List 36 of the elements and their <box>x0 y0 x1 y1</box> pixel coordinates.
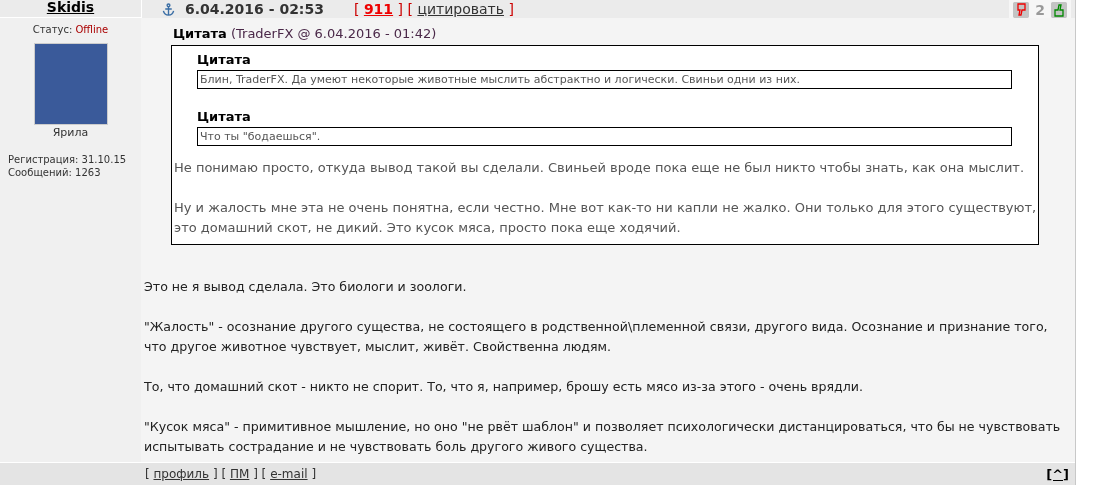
message-count: Сообщений: 1263 <box>8 166 102 179</box>
status-value: Offline <box>75 24 109 35</box>
post-date: 6.04.2016 - 02:53 <box>185 2 324 16</box>
user-rank: Ярила <box>51 126 90 139</box>
author-link[interactable]: Skidis <box>46 0 95 14</box>
quote-paragraph: Не понимаю просто, откуда вывод такой вы сделали. Свиньей вроде пока еще не был никто чтобы знать, как она мыслит. <box>174 159 1026 177</box>
quote-label: Цитата <box>173 26 227 41</box>
bracket-text: ] <box>507 2 514 16</box>
bracket-text: [ <box>353 2 361 16</box>
bracket-text: ] [ <box>396 2 414 16</box>
quote-label: Цитата <box>197 109 252 124</box>
post-number-link[interactable]: 911 <box>363 2 394 16</box>
bracket-text: ] [ <box>211 467 228 481</box>
back-to-top-link[interactable]: [^] <box>1046 466 1069 482</box>
status-label: Статус: <box>32 24 74 35</box>
thumbs-up-icon[interactable] <box>1051 2 1067 18</box>
post-paragraph: "Кусок мяса" - примитивное мышление, но оно "не рвёт шаблон" и позволяет психологически дистанцироваться, что бы не чувствовать испытывать сострадание и не чувствовать боль другого живого существа. <box>144 418 1062 456</box>
bracket-text: [ <box>145 467 151 481</box>
quote-paragraph: Ну и жалость мне эта не очень понятна, если честно. Мне вот как-то ни капли не жалко. Они только для этого существуют, это домашний скот, не дикий. Это кусок мяса, просто пока еще ходячий. <box>174 199 1038 237</box>
rating-count: 2 <box>1035 3 1045 17</box>
footer-link[interactable]: ПМ <box>229 467 250 481</box>
footer-link[interactable]: e-mail <box>270 467 308 481</box>
post-paragraph: То, что домашний скот - никто не спорит. То, что я, например, брошу есть мясо из-за этого - очень врядли. <box>144 378 865 396</box>
quote-text: Что ты "бодаешься". <box>197 127 1012 146</box>
footer-link[interactable]: профиль <box>153 467 210 481</box>
registration-date: Регистрация: 31.10.15 <box>8 153 128 166</box>
post-paragraph: "Жалость" - осознание другого существа, не состоящего в родственной\племенной связи, другого вида. Осознание и признание того, что другое животное чувствует, мыслит, живёт. Свойственна людям. <box>144 318 1049 356</box>
quote-text: Блин, TraderFX. Да умеют некоторые животные мыслить абстрактно и логически. Свиньи одни из них. <box>197 70 1012 89</box>
anchor-icon[interactable] <box>162 2 175 16</box>
quote-label: Цитата <box>197 52 252 67</box>
bracket-text: ] <box>310 467 317 481</box>
post-paragraph: Это не я вывод сделала. Это биологи и зоологи. <box>144 278 468 296</box>
thumbs-down-icon[interactable] <box>1013 2 1030 18</box>
quote-source: (TraderFX @ 6.04.2016 - 01:42) <box>230 26 437 41</box>
bracket-text: ] [ <box>252 467 268 481</box>
quote-link[interactable]: цитировать <box>417 2 504 16</box>
